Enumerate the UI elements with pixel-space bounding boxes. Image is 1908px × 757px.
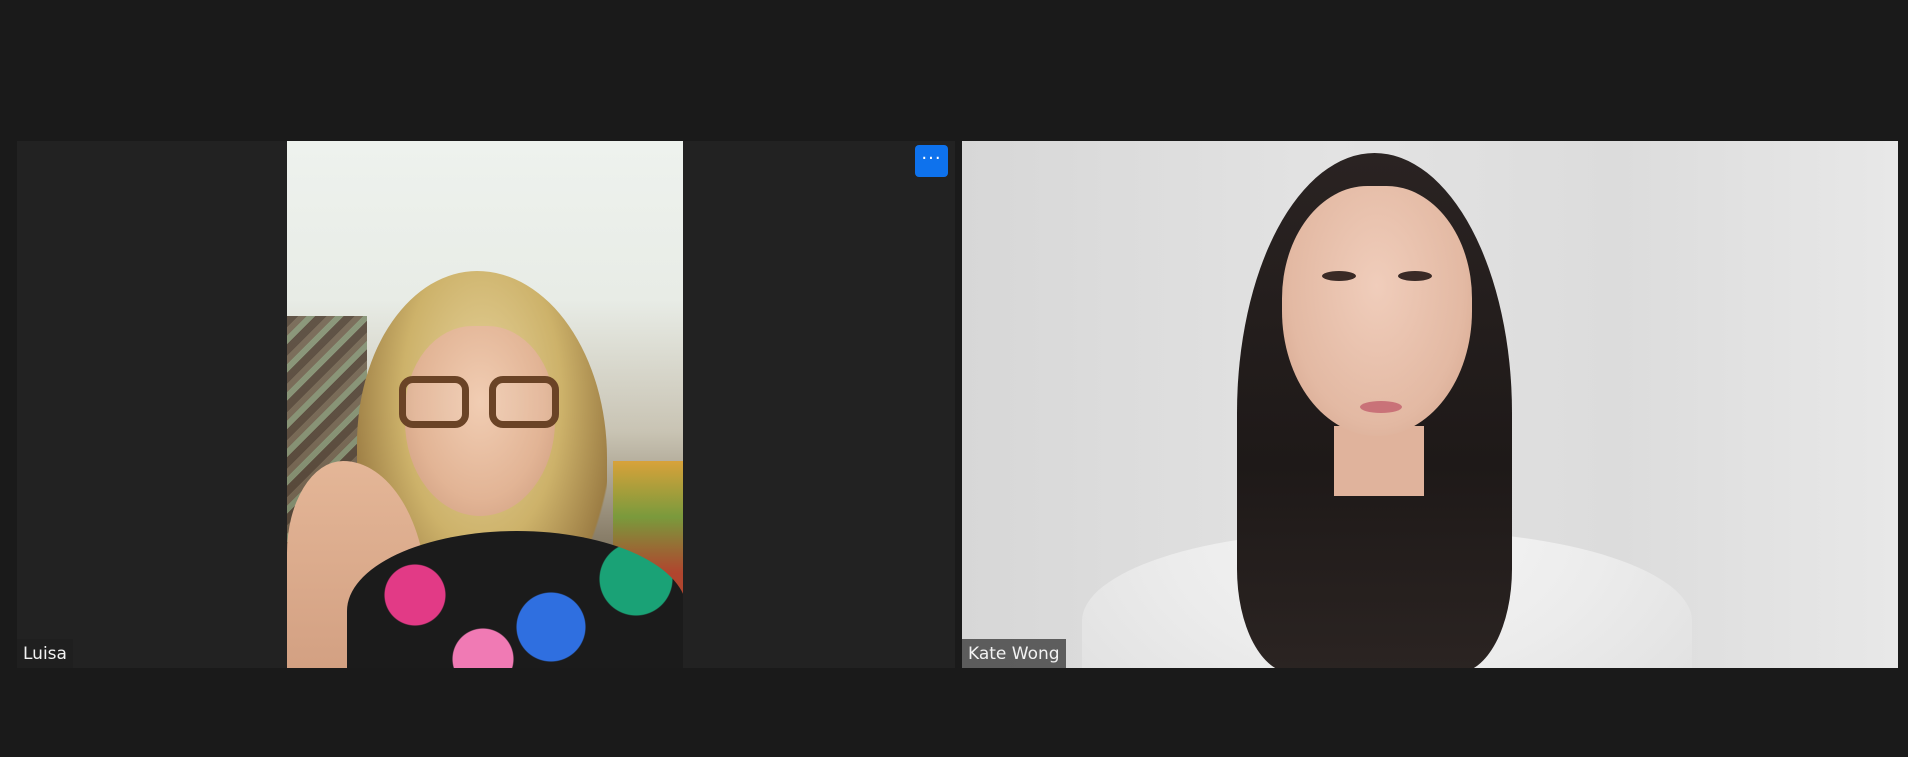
participant-tile-kate-wong[interactable]: Kate Wong <box>962 141 1898 668</box>
person-eye-right <box>1398 271 1432 281</box>
person-glasses <box>399 376 559 431</box>
more-options-button[interactable]: ··· <box>915 145 948 177</box>
participant-tile-luisa[interactable]: Luisa <box>17 141 955 668</box>
participant-name-label: Luisa <box>17 639 73 668</box>
participant-video-kate-wong <box>962 141 1898 668</box>
meeting-gallery-view: Luisa ··· Kate Wong <box>0 0 1908 757</box>
participant-name-label: Kate Wong <box>962 639 1066 668</box>
more-horizontal-icon: ··· <box>921 148 942 169</box>
person-eye-left <box>1322 271 1356 281</box>
participant-video-luisa <box>287 141 683 668</box>
person-neck <box>1334 426 1424 496</box>
person-lips <box>1360 401 1402 413</box>
person-face <box>1282 186 1472 436</box>
